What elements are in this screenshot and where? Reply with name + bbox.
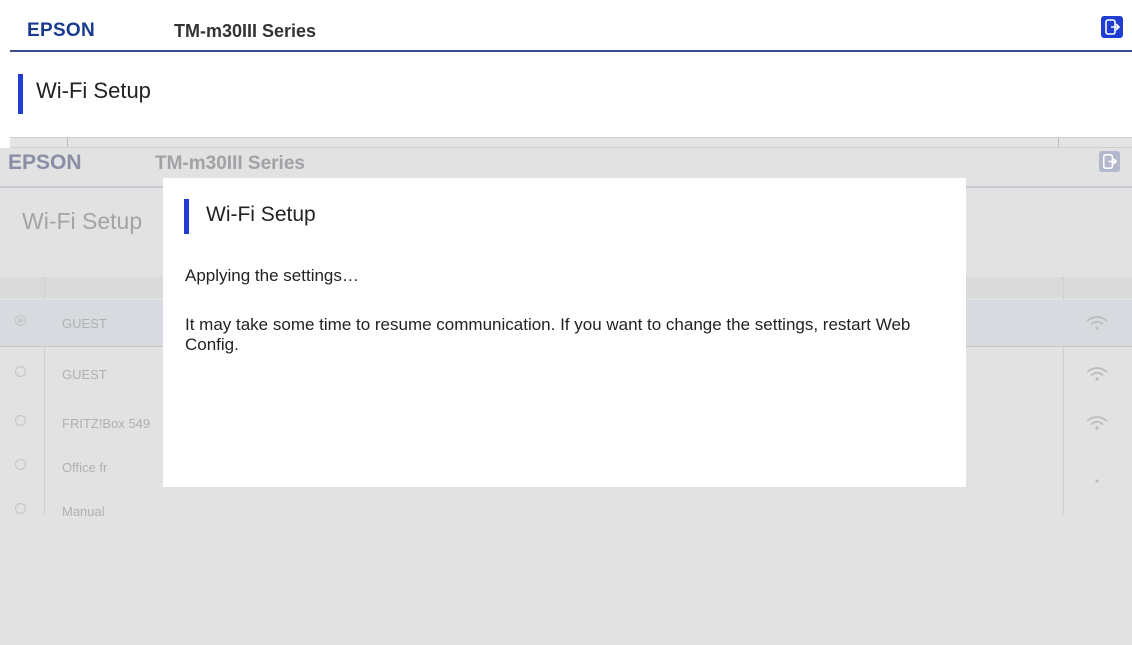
radio-button[interactable]	[15, 503, 26, 514]
network-ssid: Office fr	[62, 460, 108, 475]
signal-dot-icon	[1095, 479, 1099, 483]
background-logo: EPSON	[8, 151, 82, 174]
radio-button[interactable]	[15, 459, 26, 470]
radio-button[interactable]	[15, 415, 26, 426]
table-header-strip	[10, 137, 1132, 148]
network-ssid: GUEST	[62, 367, 107, 382]
radio-button[interactable]	[15, 315, 26, 326]
background-model-name: TM-m30III Series	[155, 153, 305, 174]
wifi-setup-dialog: Wi-Fi Setup Applying the settings… It ma…	[163, 178, 966, 487]
dialog-status-text: Applying the settings…	[185, 266, 359, 285]
background-page-title: Wi-Fi Setup	[22, 208, 143, 234]
network-ssid: Manual	[62, 504, 105, 519]
dialog-title: Wi-Fi Setup	[184, 199, 316, 234]
wifi-icon	[1086, 416, 1108, 430]
column-divider	[1058, 138, 1059, 147]
app-header: EPSON TM-m30III Series	[10, 0, 1132, 52]
logout-button[interactable]	[1101, 16, 1123, 38]
dialog-message: It may take some time to resume communic…	[185, 315, 911, 354]
network-ssid: FRITZ!Box 549	[62, 416, 151, 431]
network-row[interactable]: Manual	[0, 493, 1132, 539]
radio-button[interactable]	[15, 366, 26, 377]
column-divider	[67, 138, 68, 147]
logout-icon	[1105, 19, 1121, 35]
wifi-icon	[1086, 316, 1108, 330]
background-logout-icon	[1099, 151, 1120, 172]
wifi-icon	[1086, 367, 1108, 381]
epson-logo: EPSON	[27, 20, 96, 41]
model-name: TM-m30III Series	[174, 21, 317, 41]
page-title: Wi-Fi Setup	[18, 74, 151, 114]
network-ssid: GUEST	[62, 316, 107, 331]
